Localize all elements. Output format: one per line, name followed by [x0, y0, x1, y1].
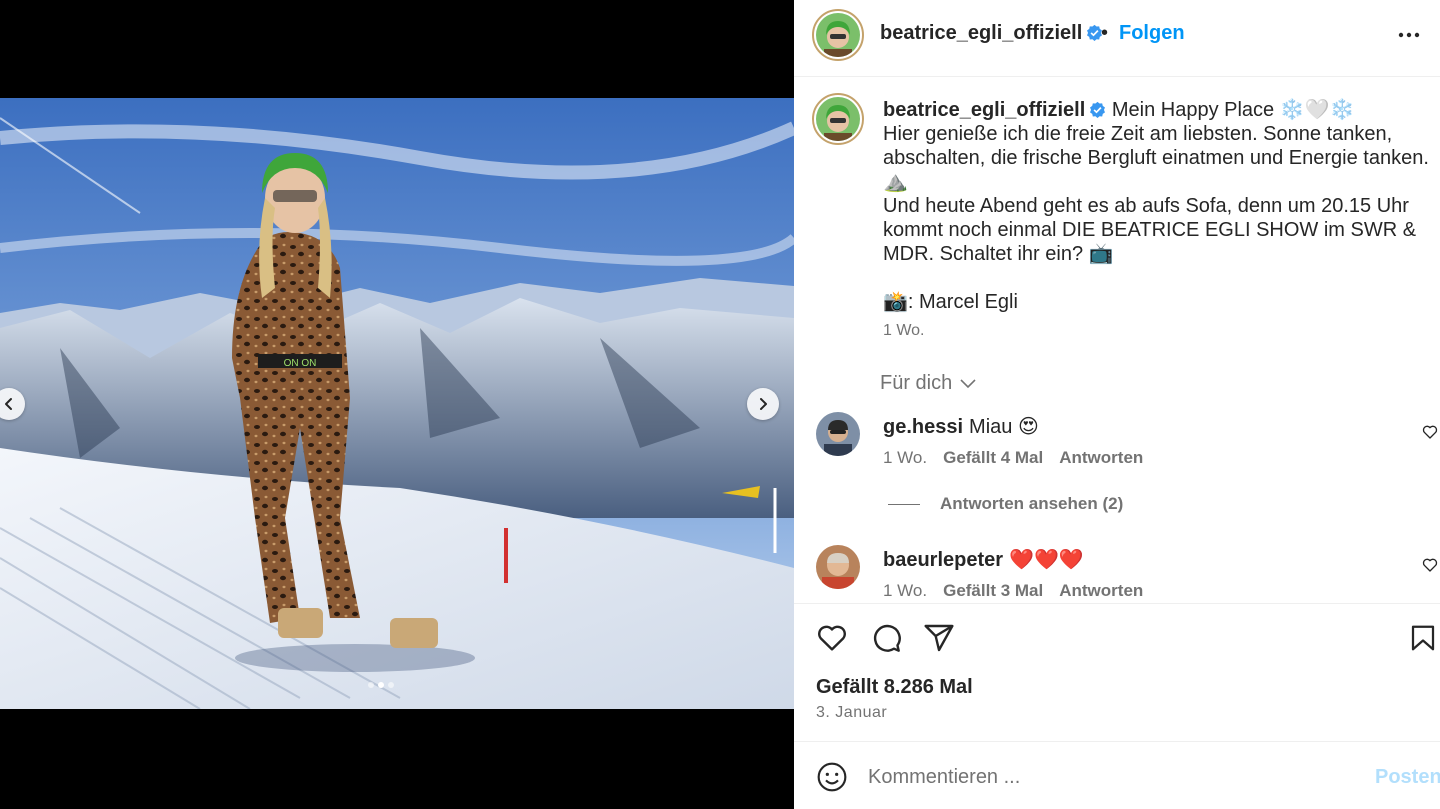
comment-body: ge.hessi Miau 😍	[883, 414, 1039, 439]
chevron-right-icon	[760, 398, 767, 410]
reply-button[interactable]: Antworten	[1059, 448, 1143, 468]
comment-composer: Posten	[794, 741, 1440, 809]
commenter-username[interactable]: baeurlepeter	[883, 549, 1003, 571]
caption-author-avatar[interactable]	[812, 93, 864, 145]
comment-meta: 1 Wo. Gefällt 3 Mal Antworten	[883, 581, 1143, 601]
photo-illustration: ON ON	[0, 98, 794, 709]
heart-icon[interactable]	[1422, 424, 1438, 440]
carousel-indicator	[368, 682, 394, 688]
comment-body: baeurlepeter ❤️❤️❤️	[883, 547, 1084, 572]
author-username: beatrice_egli_offiziell	[880, 22, 1083, 44]
verified-badge-icon	[1090, 101, 1106, 118]
commenter-avatar-image	[816, 545, 860, 589]
comment-filter-dropdown[interactable]: Für dich	[880, 372, 976, 395]
caption-text: beatrice_egli_offiziell Mein Happy Place…	[883, 98, 1429, 314]
view-replies-label: Antworten ansehen (2)	[940, 494, 1124, 513]
post-actions: Gefällt 8.286 Mal 3. Januar	[794, 603, 1440, 741]
carousel-dot	[388, 682, 394, 688]
share-icon[interactable]	[923, 622, 955, 654]
reply-button[interactable]: Antworten	[1059, 581, 1143, 601]
reply-divider	[888, 503, 920, 505]
comment-timestamp[interactable]: 1 Wo.	[883, 448, 927, 468]
author-avatar-image	[816, 13, 860, 57]
media-pane: ON ON	[0, 0, 794, 809]
comment-text: ❤️❤️❤️	[1009, 549, 1084, 571]
comment-likes[interactable]: Gefällt 4 Mal	[943, 448, 1043, 468]
comment-likes[interactable]: Gefällt 3 Mal	[943, 581, 1043, 601]
caption-line: Und heute Abend geht es ab aufs Sofa, de…	[883, 195, 1409, 217]
caption-line: Mein Happy Place ❄️🤍❄️	[1111, 99, 1355, 121]
comment-text: Miau 😍	[969, 416, 1039, 438]
caption-line: kommt noch einmal DIE BEATRICE EGLI SHOW…	[883, 219, 1417, 241]
carousel-next-button[interactable]	[747, 388, 779, 420]
svg-text:ON ON: ON ON	[284, 358, 317, 369]
heart-icon[interactable]	[1422, 557, 1438, 573]
carousel-dot	[378, 682, 384, 688]
comment-icon[interactable]	[870, 622, 902, 654]
caption-line: abschalten, die frische Bergluft einatme…	[883, 147, 1429, 169]
more-options-icon[interactable]	[1398, 27, 1420, 43]
chevron-down-icon	[960, 378, 976, 388]
view-replies-button[interactable]: Antworten ansehen (2)	[888, 494, 1123, 514]
bookmark-icon[interactable]	[1408, 622, 1438, 654]
caption-line	[883, 266, 1423, 290]
commenter-avatar[interactable]	[816, 412, 860, 456]
post-details-panel: beatrice_egli_offiziell • Folgen beatric…	[794, 0, 1440, 809]
carousel-dot	[368, 682, 374, 688]
post-photo[interactable]: ON ON	[0, 98, 794, 709]
caption-timestamp[interactable]: 1 Wo.	[883, 322, 925, 340]
commenter-avatar[interactable]	[816, 545, 860, 589]
caption-line: MDR. Schaltet ihr ein? 📺	[883, 243, 1114, 265]
comment-meta: 1 Wo. Gefällt 4 Mal Antworten	[883, 448, 1143, 468]
heart-icon[interactable]	[816, 622, 848, 654]
comment-timestamp[interactable]: 1 Wo.	[883, 581, 927, 601]
emoji-icon[interactable]	[816, 761, 848, 793]
like-count[interactable]: Gefällt 8.286 Mal	[816, 676, 973, 699]
caption-line: ⛰️	[883, 171, 908, 193]
post-comment-button[interactable]: Posten	[1375, 766, 1440, 789]
comment-filter-label: Für dich	[880, 372, 953, 394]
caption-avatar-image	[816, 97, 860, 141]
commenter-avatar-image	[816, 412, 860, 456]
author-avatar[interactable]	[812, 9, 864, 61]
post-header: beatrice_egli_offiziell • Folgen	[794, 0, 1440, 77]
header-separator: •	[1101, 22, 1109, 44]
caption-username[interactable]: beatrice_egli_offiziell	[883, 99, 1085, 121]
commenter-username[interactable]: ge.hessi	[883, 416, 963, 438]
post-date[interactable]: 3. Januar	[816, 704, 887, 722]
caption-first-line: beatrice_egli_offiziell Mein Happy Place…	[883, 98, 1423, 122]
author-username-link[interactable]: beatrice_egli_offiziell	[880, 22, 1103, 45]
caption-line: Hier genieße ich die freie Zeit am liebs…	[883, 123, 1393, 145]
caption-line: 📸: Marcel Egli	[883, 291, 1018, 313]
chevron-left-icon	[5, 398, 12, 410]
follow-button[interactable]: Folgen	[1119, 22, 1185, 45]
comment-input[interactable]	[868, 762, 1348, 792]
